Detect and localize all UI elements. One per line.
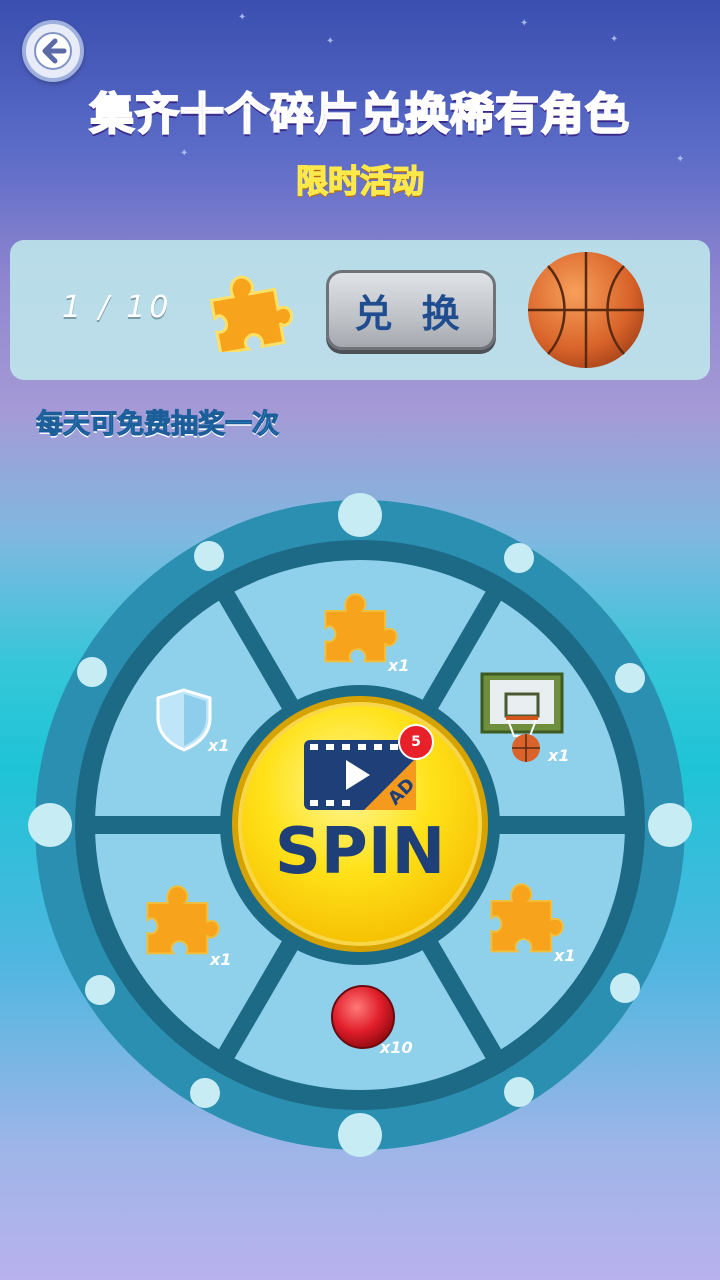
puzzle-piece-icon [146, 885, 220, 955]
puzzle-piece-icon [324, 593, 398, 663]
prize-quantity: x1 [210, 950, 232, 969]
prize-quantity: x1 [208, 736, 230, 755]
prize-quantity: x10 [380, 1038, 413, 1057]
prize-quantity: x1 [554, 946, 576, 965]
ad-count-badge: 5 [398, 724, 434, 760]
puzzle-piece-icon [490, 883, 564, 953]
prize-quantity: x1 [548, 746, 570, 765]
shield-icon [156, 688, 212, 752]
spin-label: SPIN [274, 815, 446, 889]
prize-quantity: x1 [388, 656, 410, 675]
